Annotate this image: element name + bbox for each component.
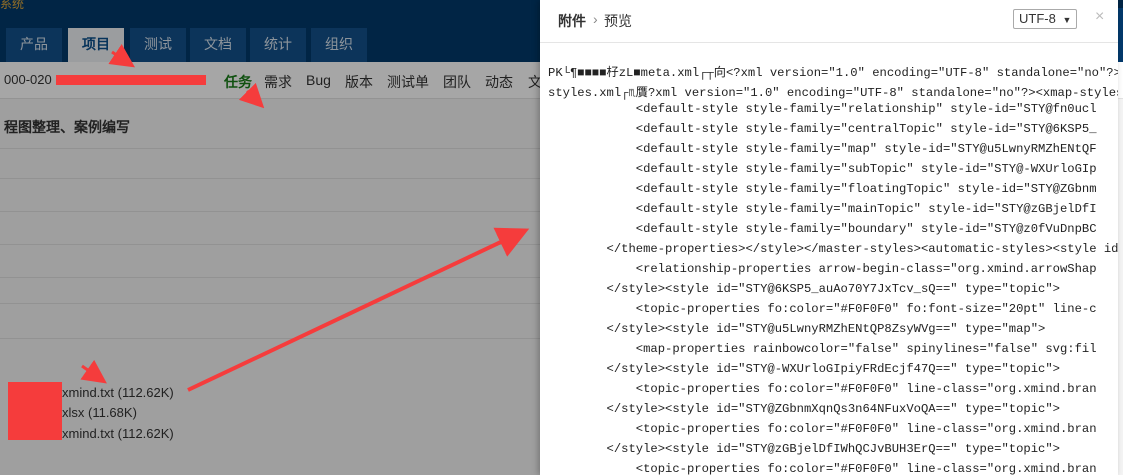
annotation-arrow bbox=[187, 227, 530, 392]
annotation-arrow bbox=[80, 359, 107, 384]
annotation-arrow bbox=[238, 82, 265, 109]
annotation-arrow bbox=[108, 44, 135, 68]
annotation-arrows bbox=[80, 44, 530, 392]
